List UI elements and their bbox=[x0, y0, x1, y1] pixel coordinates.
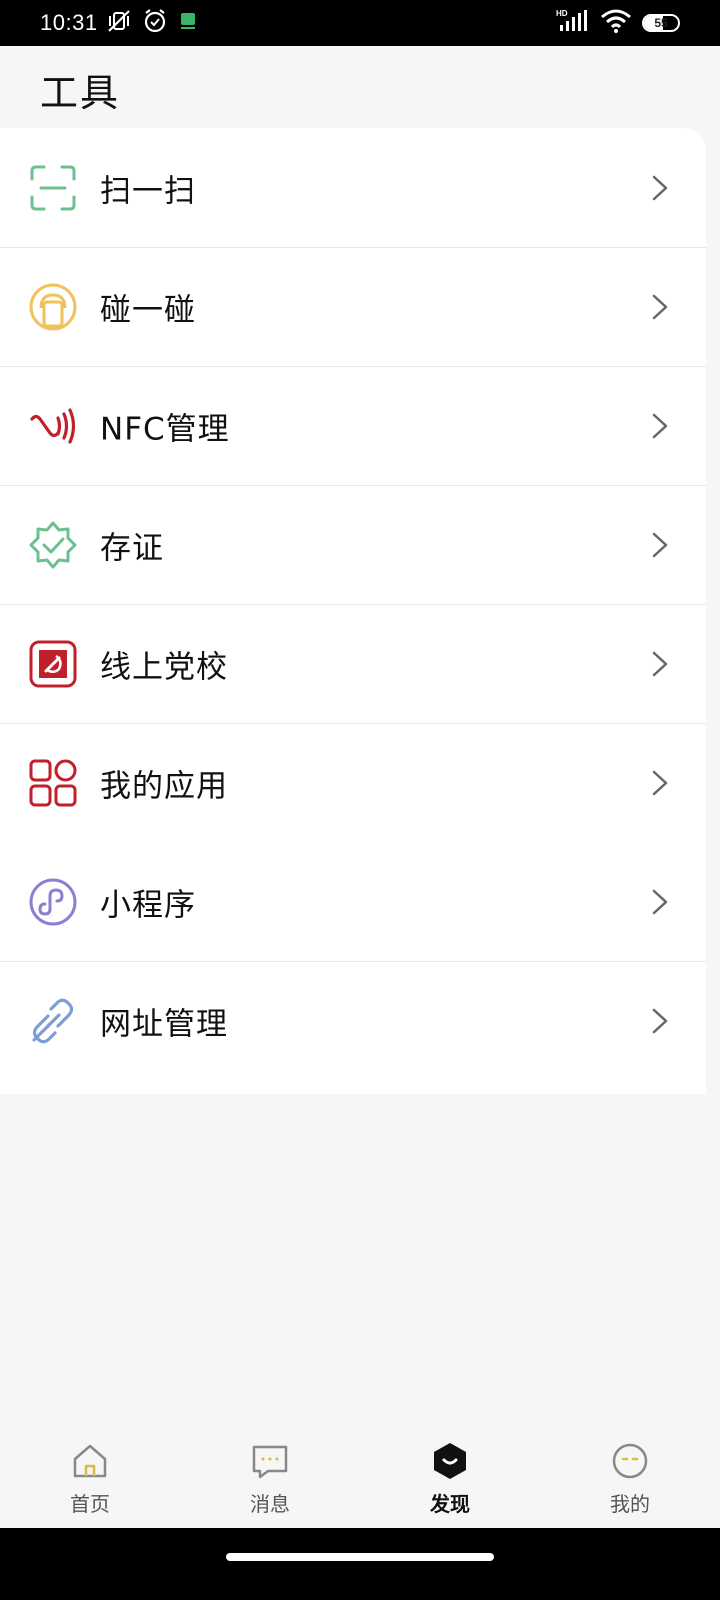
battery-level: 55 bbox=[654, 16, 668, 30]
chevron-right-icon bbox=[652, 889, 668, 915]
tab-label: 消息 bbox=[250, 1492, 290, 1516]
tool-label: NFC管理 bbox=[100, 411, 230, 448]
tool-item-tap[interactable]: 碰一碰 bbox=[0, 247, 706, 367]
tool-item-my-apps[interactable]: 我的应用 bbox=[0, 723, 706, 843]
vibrate-mute-icon bbox=[106, 8, 132, 38]
tool-label: 碰一碰 bbox=[100, 292, 196, 329]
chevron-right-icon bbox=[652, 1008, 668, 1034]
tool-item-scan[interactable]: 扫一扫 bbox=[0, 128, 706, 248]
tab-home[interactable]: 首页 bbox=[0, 1428, 180, 1528]
status-bar: 10:31 HD 55 bbox=[0, 0, 720, 46]
network-type-label: HD bbox=[556, 9, 568, 18]
wifi-icon bbox=[600, 9, 632, 37]
tap-phone-icon bbox=[28, 282, 78, 332]
tool-label: 扫一扫 bbox=[100, 173, 196, 210]
tool-label: 存证 bbox=[100, 530, 164, 567]
tool-item-url-management[interactable]: 网址管理 bbox=[0, 961, 706, 1081]
party-school-icon bbox=[28, 639, 78, 689]
nfc-icon bbox=[28, 401, 78, 451]
tab-discover[interactable]: 发现 bbox=[360, 1428, 540, 1528]
certificate-badge-icon bbox=[28, 520, 78, 570]
mini-program-icon bbox=[28, 877, 78, 927]
chevron-right-icon bbox=[652, 294, 668, 320]
tab-label: 首页 bbox=[70, 1492, 110, 1516]
tab-label: 发现 bbox=[430, 1492, 470, 1516]
tool-item-mini-program[interactable]: 小程序 bbox=[0, 842, 706, 962]
tool-label: 小程序 bbox=[100, 887, 196, 924]
apps-grid-icon bbox=[28, 758, 78, 808]
tab-label: 我的 bbox=[610, 1492, 650, 1516]
tools-list: 扫一扫 碰一碰 NFC管理 存证 线上党校 我的应用 小程序 网址管理 bbox=[0, 128, 706, 1094]
status-time: 10:31 bbox=[40, 10, 98, 35]
message-icon bbox=[249, 1440, 291, 1482]
chevron-right-icon bbox=[652, 770, 668, 796]
alarm-icon bbox=[142, 8, 168, 38]
link-icon bbox=[28, 996, 78, 1046]
tool-label: 线上党校 bbox=[100, 649, 228, 686]
page-title: 工具 bbox=[40, 71, 121, 115]
tab-messages[interactable]: 消息 bbox=[180, 1428, 360, 1528]
profile-icon bbox=[609, 1440, 651, 1482]
tool-label: 网址管理 bbox=[100, 1006, 228, 1043]
tab-profile[interactable]: 我的 bbox=[540, 1428, 720, 1528]
home-indicator[interactable] bbox=[226, 1553, 494, 1561]
signal-icon: HD bbox=[556, 9, 590, 37]
chevron-right-icon bbox=[652, 651, 668, 677]
discover-icon bbox=[429, 1440, 471, 1482]
tool-item-certificate[interactable]: 存证 bbox=[0, 485, 706, 605]
tool-item-nfc[interactable]: NFC管理 bbox=[0, 366, 706, 486]
home-icon bbox=[69, 1440, 111, 1482]
tool-label: 我的应用 bbox=[100, 768, 228, 805]
tool-item-party-school[interactable]: 线上党校 bbox=[0, 604, 706, 724]
chevron-right-icon bbox=[652, 175, 668, 201]
notification-app-icon bbox=[178, 10, 198, 36]
battery-icon: 55 bbox=[642, 14, 680, 32]
chevron-right-icon bbox=[652, 532, 668, 558]
system-nav-bar bbox=[0, 1528, 720, 1600]
bottom-tab-bar: 首页 消息 发现 我的 bbox=[0, 1428, 720, 1528]
chevron-right-icon bbox=[652, 413, 668, 439]
scan-icon bbox=[28, 163, 78, 213]
